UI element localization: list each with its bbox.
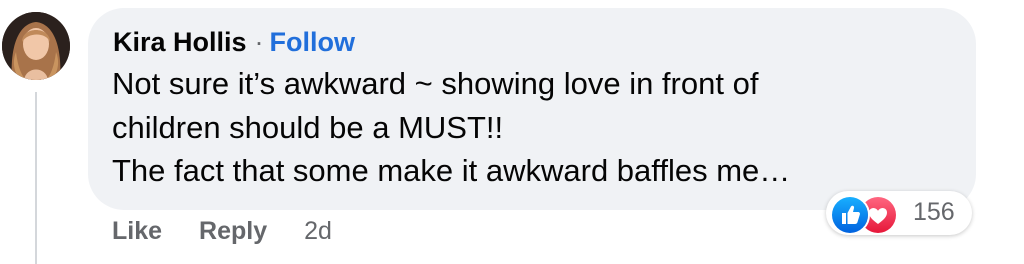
- timestamp[interactable]: 2d: [304, 217, 332, 246]
- follow-button[interactable]: Follow: [270, 27, 355, 57]
- comment-actions: Like Reply 2d: [112, 214, 332, 248]
- comment-line-3: The fact that some make it awkward baffl…: [112, 153, 791, 188]
- comment-text: Not sure it’s awkward ~ showing love in …: [112, 62, 952, 193]
- like-icon: [830, 195, 870, 235]
- thread-line: [35, 92, 37, 264]
- avatar-image: [2, 12, 70, 80]
- reply-button[interactable]: Reply: [199, 217, 267, 246]
- separator-dot: ·: [254, 27, 264, 57]
- comment-line-1: Not sure it’s awkward ~ showing love in …: [112, 66, 759, 101]
- avatar[interactable]: [2, 12, 70, 80]
- comment-line-2: children should be a MUST!!: [112, 109, 504, 145]
- comment-header: Kira Hollis · Follow: [113, 27, 355, 58]
- author-name[interactable]: Kira Hollis: [113, 27, 247, 57]
- reactions-summary[interactable]: 156: [826, 191, 972, 235]
- like-button[interactable]: Like: [112, 217, 162, 246]
- reaction-count: 156: [913, 198, 955, 226]
